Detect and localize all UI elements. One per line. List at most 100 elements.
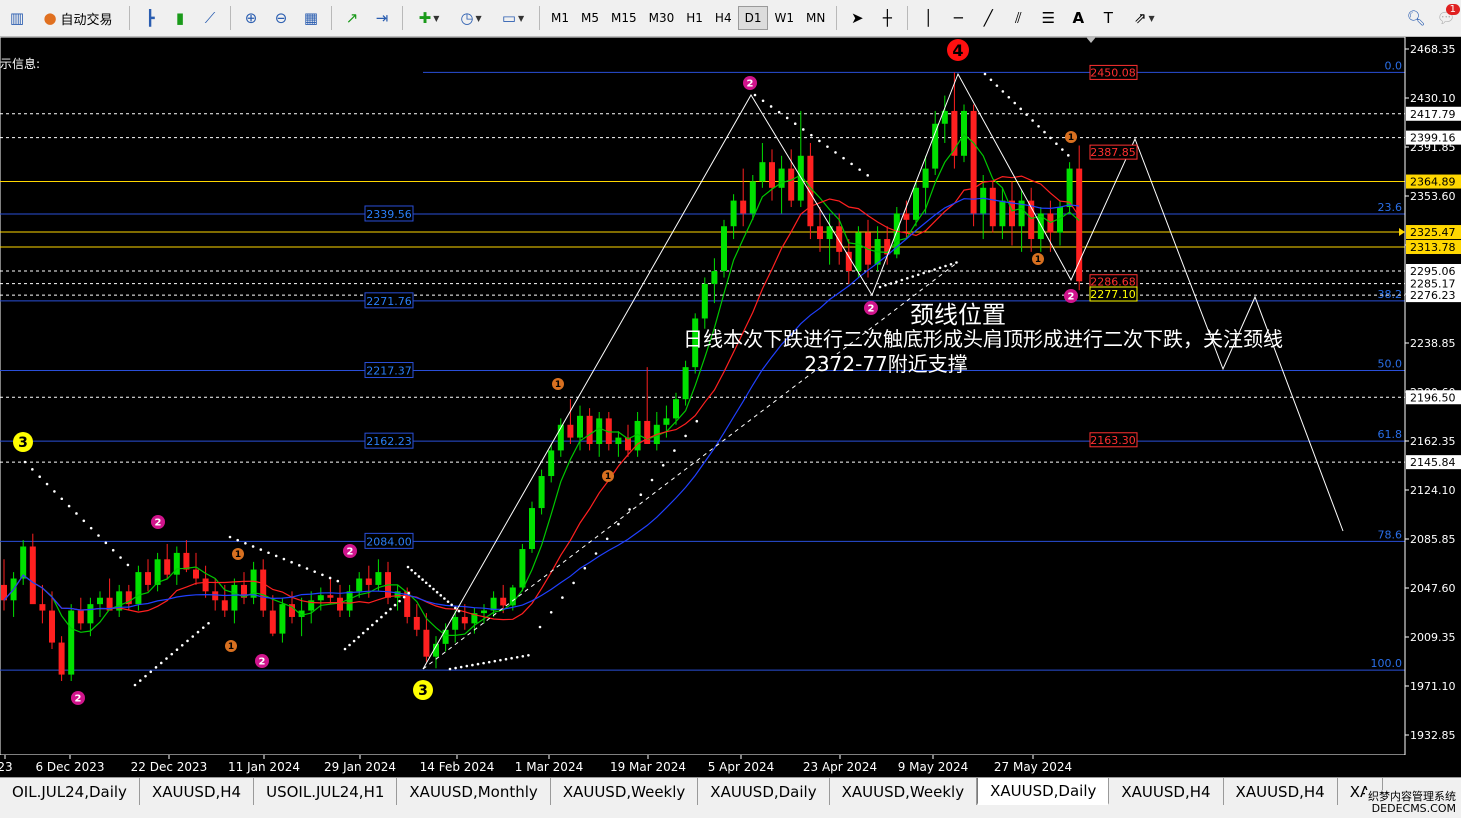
sar-dot	[684, 434, 687, 438]
candle-body	[461, 616, 468, 624]
sar-dot	[371, 623, 374, 627]
annotation-line1: 日线本次下跌进行二次触底形成头肩顶形成进行二次下跌，关注颈线	[683, 327, 1283, 351]
timeframe-m1[interactable]: M1	[545, 6, 575, 30]
sar-dot	[186, 639, 189, 643]
sar-dot	[476, 662, 480, 666]
sar-dot	[850, 162, 853, 166]
timeframe-m15[interactable]: M15	[605, 6, 643, 30]
sar-dot	[499, 658, 502, 662]
sar-dot	[67, 504, 71, 508]
price-axis[interactable]: 2468.352430.102391.852353.602315.352277.…	[1399, 37, 1461, 755]
sar-dot	[435, 590, 439, 594]
candle-body	[759, 162, 766, 182]
plot-area[interactable]	[0, 37, 1406, 756]
axis-price-label: 2325.47	[1410, 226, 1456, 239]
sar-dot	[328, 576, 332, 580]
text-button[interactable]: A	[1064, 4, 1092, 32]
crosshair-button[interactable]: ┼	[873, 4, 901, 32]
sar-dot	[348, 643, 351, 647]
date-axis[interactable]: 23 6 Dec 2023 22 Dec 2023 11 Jan 2024 29 Jan…	[0, 755, 1461, 777]
indicators-button[interactable]: ✚ ▼	[409, 4, 449, 32]
chart-tab[interactable]: OIL.JUL24,Daily	[0, 778, 140, 805]
auto-trading-button[interactable]: ● 自动交易	[33, 4, 123, 32]
sar-dot	[889, 282, 893, 285]
vertical-line-button[interactable]: │	[914, 4, 942, 32]
chart-tab[interactable]: USOIL.JUL24,H1	[254, 778, 398, 805]
new-chart-button[interactable]: ▥	[3, 4, 31, 32]
candle-body	[932, 123, 939, 169]
chart-tab[interactable]: XAUUSD,Monthly	[397, 778, 551, 805]
zoom-in-button[interactable]: ⊕	[237, 4, 265, 32]
watermark-line2: DEDECMS.COM	[1371, 802, 1456, 815]
timeframe-d1[interactable]: D1	[737, 6, 769, 30]
horizontal-line-button[interactable]: ─	[944, 4, 972, 32]
trendline-button[interactable]: ╱	[974, 4, 1002, 32]
sar-dot	[944, 264, 947, 268]
candle-body	[596, 418, 603, 445]
sar-dot	[207, 621, 210, 625]
sar-dot	[454, 666, 457, 670]
chart-shift-button[interactable]: ⇥	[368, 4, 396, 32]
autoscroll-button[interactable]: ↗	[338, 4, 366, 32]
candle-body	[481, 610, 487, 614]
sar-dot	[89, 526, 93, 530]
sar-dot	[393, 603, 397, 607]
sar-dot	[617, 522, 620, 526]
sar-dot	[154, 666, 158, 669]
channel-button[interactable]: ⫽	[1004, 4, 1032, 32]
chart-tab[interactable]: XAUUSD,Daily	[698, 778, 830, 805]
zoom-out-button[interactable]: ⊖	[267, 4, 295, 32]
templates-button[interactable]: ▭ ▼	[493, 4, 533, 32]
price-chart[interactable]: 0.0 23.6 38.2 50.0 61.8 78.6 100.0 2339.56 2271.…	[0, 37, 1461, 777]
sar-dot	[1037, 124, 1040, 128]
tile-windows-button[interactable]: ▦	[297, 4, 325, 32]
price-tag-label: 2450.08	[1090, 66, 1136, 79]
date-tick-label: 11 Jan 2024	[228, 760, 300, 774]
wave-marker: 2	[255, 654, 269, 668]
search-button[interactable]: 🔍︎	[1402, 4, 1430, 32]
sar-dot	[366, 627, 370, 631]
sar-dot	[906, 276, 909, 280]
search-icon: 🔍︎	[1406, 9, 1426, 27]
bar-chart-button[interactable]: ┣	[136, 4, 164, 32]
crosshair-icon: ┼	[882, 9, 892, 27]
wave-marker-label: 3	[418, 683, 428, 699]
arrows-button[interactable]: ⇗ ▼	[1124, 4, 1164, 32]
candle-body	[87, 604, 94, 624]
timeframe-mn[interactable]: MN	[800, 6, 831, 30]
axis-price-label: 2196.50	[1410, 391, 1456, 404]
chart-tab[interactable]: XAUUSD,Weekly	[829, 778, 978, 805]
candle-body	[68, 610, 75, 675]
wave-marker-label: 2	[75, 694, 82, 705]
sar-dot	[561, 596, 564, 599]
timeframe-h4[interactable]: H4	[709, 6, 738, 30]
cursor-button[interactable]: ➤	[843, 4, 871, 32]
separator	[402, 6, 403, 30]
timeframe-w1[interactable]: W1	[768, 6, 800, 30]
candle-body	[586, 415, 593, 445]
wave-marker-label: 2	[747, 79, 754, 90]
candlestick-button[interactable]: ▮	[166, 4, 194, 32]
timeframe-h1[interactable]: H1	[680, 6, 709, 30]
sar-dot	[515, 655, 519, 659]
text-label-button[interactable]: T	[1094, 4, 1122, 32]
periods-button[interactable]: ◷ ▼	[451, 4, 491, 32]
sar-dot	[450, 603, 453, 607]
alerts-button[interactable]: 💬︎ 1	[1432, 4, 1460, 32]
sar-dot	[424, 581, 428, 585]
chart-tab[interactable]: XAUUSD,Daily	[977, 778, 1110, 805]
chart-area[interactable]: 0.0 23.6 38.2 50.0 61.8 78.6 100.0 2339.56 2271.…	[0, 37, 1461, 777]
chart-tab[interactable]: XAUUSD,H4	[1109, 778, 1224, 805]
sar-dot	[1067, 154, 1070, 157]
sar-dot	[375, 619, 379, 623]
chart-tab[interactable]: XAUUSD,H4	[139, 778, 255, 805]
timeframe-m5[interactable]: M5	[575, 6, 605, 30]
candle-body	[452, 616, 459, 630]
fibonacci-icon: ☰	[1041, 9, 1056, 27]
timeframe-m30[interactable]: M30	[643, 6, 681, 30]
chart-tab[interactable]: XAUUSD,H4	[1223, 778, 1338, 805]
chart-tab[interactable]: XAUUSD,Weekly	[550, 778, 699, 805]
line-chart-button[interactable]: ⟋	[196, 4, 224, 32]
chevron-down-icon: ▼	[433, 13, 440, 23]
fibonacci-button[interactable]: ☰	[1034, 4, 1062, 32]
